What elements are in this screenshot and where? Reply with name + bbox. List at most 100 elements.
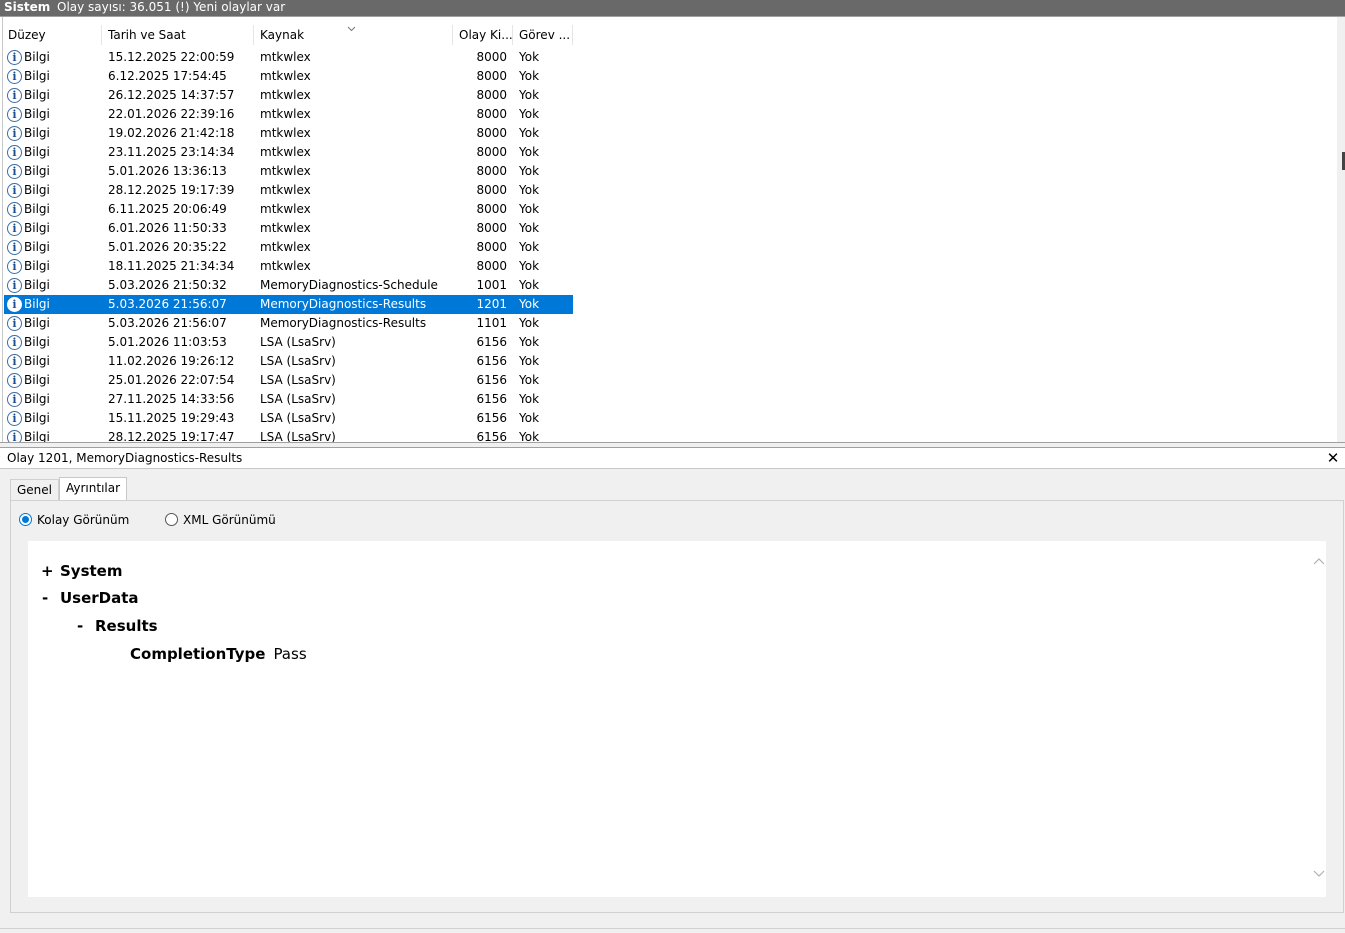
table-row[interactable]: i Bilgi 11.02.2026 19:26:12 LSA (LsaSrv) 615… bbox=[4, 352, 573, 371]
cell-source: MemoryDiagnostics-Results bbox=[260, 297, 427, 311]
cell-source: LSA (LsaSrv) bbox=[260, 354, 336, 368]
table-row[interactable]: i Bilgi 5.01.2026 11:03:53 LSA (LsaSrv) 6156… bbox=[4, 333, 573, 352]
cell-event-id: 6156 bbox=[476, 354, 507, 368]
table-row[interactable]: i Bilgi 19.02.2026 21:42:18 mtkwlex 8000 Yok bbox=[4, 124, 573, 143]
cell-task: Yok bbox=[519, 278, 540, 292]
table-row[interactable]: i Bilgi 22.01.2026 22:39:16 mtkwlex 8000 Yok bbox=[4, 105, 573, 124]
radio-xml-view-label: XML Görünümü bbox=[183, 513, 276, 527]
tree-node-userdata: UserData bbox=[60, 589, 139, 607]
cell-datetime: 5.01.2026 11:03:53 bbox=[108, 335, 227, 349]
cell-datetime: 6.01.2026 11:50:33 bbox=[108, 221, 227, 235]
cell-level: Bilgi bbox=[24, 202, 50, 216]
cell-datetime: 22.01.2026 22:39:16 bbox=[108, 107, 235, 121]
cell-datetime: 15.11.2025 19:29:43 bbox=[108, 411, 235, 425]
table-row[interactable]: i Bilgi 6.12.2025 17:54:45 mtkwlex 8000 Yok bbox=[4, 67, 573, 86]
cell-event-id: 6156 bbox=[476, 335, 507, 349]
scroll-up-icon[interactable] bbox=[1312, 555, 1326, 569]
cell-source: LSA (LsaSrv) bbox=[260, 411, 336, 425]
info-circle-icon: i bbox=[7, 297, 22, 312]
cell-source: mtkwlex bbox=[260, 164, 311, 178]
cell-task: Yok bbox=[519, 126, 540, 140]
cell-datetime: 18.11.2025 21:34:34 bbox=[108, 259, 235, 273]
table-row[interactable]: i Bilgi 6.11.2025 20:06:49 mtkwlex 8000 Yok bbox=[4, 200, 573, 219]
table-row[interactable]: i Bilgi 25.01.2026 22:07:54 LSA (LsaSrv) 615… bbox=[4, 371, 573, 390]
tab-general[interactable]: Genel bbox=[10, 479, 60, 500]
cell-task: Yok bbox=[519, 50, 540, 64]
cell-event-id: 1101 bbox=[476, 316, 507, 330]
cell-level: Bilgi bbox=[24, 373, 50, 387]
cell-event-id: 8000 bbox=[476, 240, 507, 254]
cell-task: Yok bbox=[519, 69, 540, 83]
scroll-down-icon[interactable] bbox=[1312, 866, 1326, 880]
cell-datetime: 27.11.2025 14:33:56 bbox=[108, 392, 235, 406]
cell-event-id: 8000 bbox=[476, 126, 507, 140]
table-row[interactable]: i Bilgi 23.11.2025 23:14:34 mtkwlex 8000 Yok bbox=[4, 143, 573, 162]
cell-source: LSA (LsaSrv) bbox=[260, 430, 336, 443]
status-divider bbox=[0, 928, 1345, 929]
table-row[interactable]: i Bilgi 6.01.2026 11:50:33 mtkwlex 8000 Yok bbox=[4, 219, 573, 238]
list-border bbox=[2, 17, 3, 443]
table-row[interactable]: i Bilgi 5.01.2026 20:35:22 mtkwlex 8000 Yok bbox=[4, 238, 573, 257]
info-circle-icon: i bbox=[7, 69, 22, 84]
cell-level: Bilgi bbox=[24, 240, 50, 254]
cell-datetime: 5.03.2026 21:56:07 bbox=[108, 316, 227, 330]
table-row[interactable]: i Bilgi 5.03.2026 21:56:07 MemoryDiagnostic… bbox=[4, 295, 573, 314]
event-detail-header: Olay 1201, MemoryDiagnostics-Results ✕ bbox=[0, 448, 1345, 469]
tab-details[interactable]: Ayrıntılar bbox=[59, 477, 128, 500]
cell-event-id: 8000 bbox=[476, 202, 507, 216]
cell-level: Bilgi bbox=[24, 107, 50, 121]
cell-source: LSA (LsaSrv) bbox=[260, 373, 336, 387]
cell-level: Bilgi bbox=[24, 88, 50, 102]
cell-event-id: 8000 bbox=[476, 107, 507, 121]
cell-task: Yok bbox=[519, 145, 540, 159]
results-collapse-toggle[interactable]: - bbox=[77, 617, 83, 635]
cell-event-id: 6156 bbox=[476, 392, 507, 406]
userdata-collapse-toggle[interactable]: - bbox=[42, 589, 48, 607]
cell-task: Yok bbox=[519, 354, 540, 368]
info-circle-icon: i bbox=[7, 202, 22, 217]
cell-event-id: 8000 bbox=[476, 145, 507, 159]
event-count-status: Olay sayısı: 36.051 (!) Yeni olaylar var bbox=[57, 0, 286, 14]
info-circle-icon: i bbox=[7, 240, 22, 255]
table-row[interactable]: i Bilgi 28.12.2025 19:17:47 LSA (LsaSrv) 615… bbox=[4, 428, 573, 443]
table-row[interactable]: i Bilgi 15.11.2025 19:29:43 LSA (LsaSrv) 615… bbox=[4, 409, 573, 428]
table-row[interactable]: i Bilgi 28.12.2025 19:17:39 mtkwlex 8000 Yok bbox=[4, 181, 573, 200]
cell-source: MemoryDiagnostics-Results bbox=[260, 316, 427, 330]
cell-task: Yok bbox=[519, 88, 540, 102]
table-row[interactable]: i Bilgi 5.03.2026 21:50:32 MemoryDiagnostic… bbox=[4, 276, 573, 295]
event-detail-title: Olay 1201, MemoryDiagnostics-Results bbox=[7, 451, 243, 465]
cell-datetime: 25.01.2026 22:07:54 bbox=[108, 373, 235, 387]
column-header-task[interactable]: Görev ... bbox=[513, 25, 573, 45]
table-row[interactable]: i Bilgi 27.11.2025 14:33:56 LSA (LsaSrv) 615… bbox=[4, 390, 573, 409]
close-icon[interactable]: ✕ bbox=[1325, 449, 1341, 467]
info-circle-icon: i bbox=[7, 259, 22, 274]
cell-task: Yok bbox=[519, 335, 540, 349]
cell-level: Bilgi bbox=[24, 335, 50, 349]
cell-event-id: 8000 bbox=[476, 50, 507, 64]
field-value: Pass bbox=[273, 645, 307, 663]
column-header-datetime[interactable]: Tarih ve Saat bbox=[102, 25, 254, 45]
column-header-event-id[interactable]: Olay Ki... bbox=[453, 25, 513, 45]
cell-event-id: 8000 bbox=[476, 183, 507, 197]
info-circle-icon: i bbox=[7, 411, 22, 426]
table-row[interactable]: i Bilgi 26.12.2025 14:37:57 mtkwlex 8000 Yok bbox=[4, 86, 573, 105]
table-row[interactable]: i Bilgi 15.12.2025 22:00:59 mtkwlex 8000 Yok bbox=[4, 48, 573, 67]
table-row[interactable]: i Bilgi 18.11.2025 21:34:34 mtkwlex 8000 Yok bbox=[4, 257, 573, 276]
system-expand-toggle[interactable]: + bbox=[41, 562, 54, 580]
event-list[interactable]: Düzey Tarih ve Saat Kaynak Olay Ki... Gö… bbox=[0, 16, 1345, 443]
cell-event-id: 6156 bbox=[476, 411, 507, 425]
list-scrollbar[interactable] bbox=[1337, 17, 1345, 443]
cell-task: Yok bbox=[519, 259, 540, 273]
cell-task: Yok bbox=[519, 411, 540, 425]
radio-friendly-view-label: Kolay Görünüm bbox=[37, 513, 130, 527]
cell-datetime: 26.12.2025 14:37:57 bbox=[108, 88, 235, 102]
table-row[interactable]: i Bilgi 5.01.2026 13:36:13 mtkwlex 8000 Yok bbox=[4, 162, 573, 181]
cell-datetime: 5.01.2026 13:36:13 bbox=[108, 164, 227, 178]
column-header-level[interactable]: Düzey bbox=[2, 25, 102, 45]
cell-level: Bilgi bbox=[24, 221, 50, 235]
cell-level: Bilgi bbox=[24, 126, 50, 140]
table-row[interactable]: i Bilgi 5.03.2026 21:56:07 MemoryDiagnostic… bbox=[4, 314, 573, 333]
cell-level: Bilgi bbox=[24, 183, 50, 197]
friendly-view-panel: + System - UserData - Results Completion… bbox=[28, 541, 1326, 897]
cell-event-id: 6156 bbox=[476, 430, 507, 443]
